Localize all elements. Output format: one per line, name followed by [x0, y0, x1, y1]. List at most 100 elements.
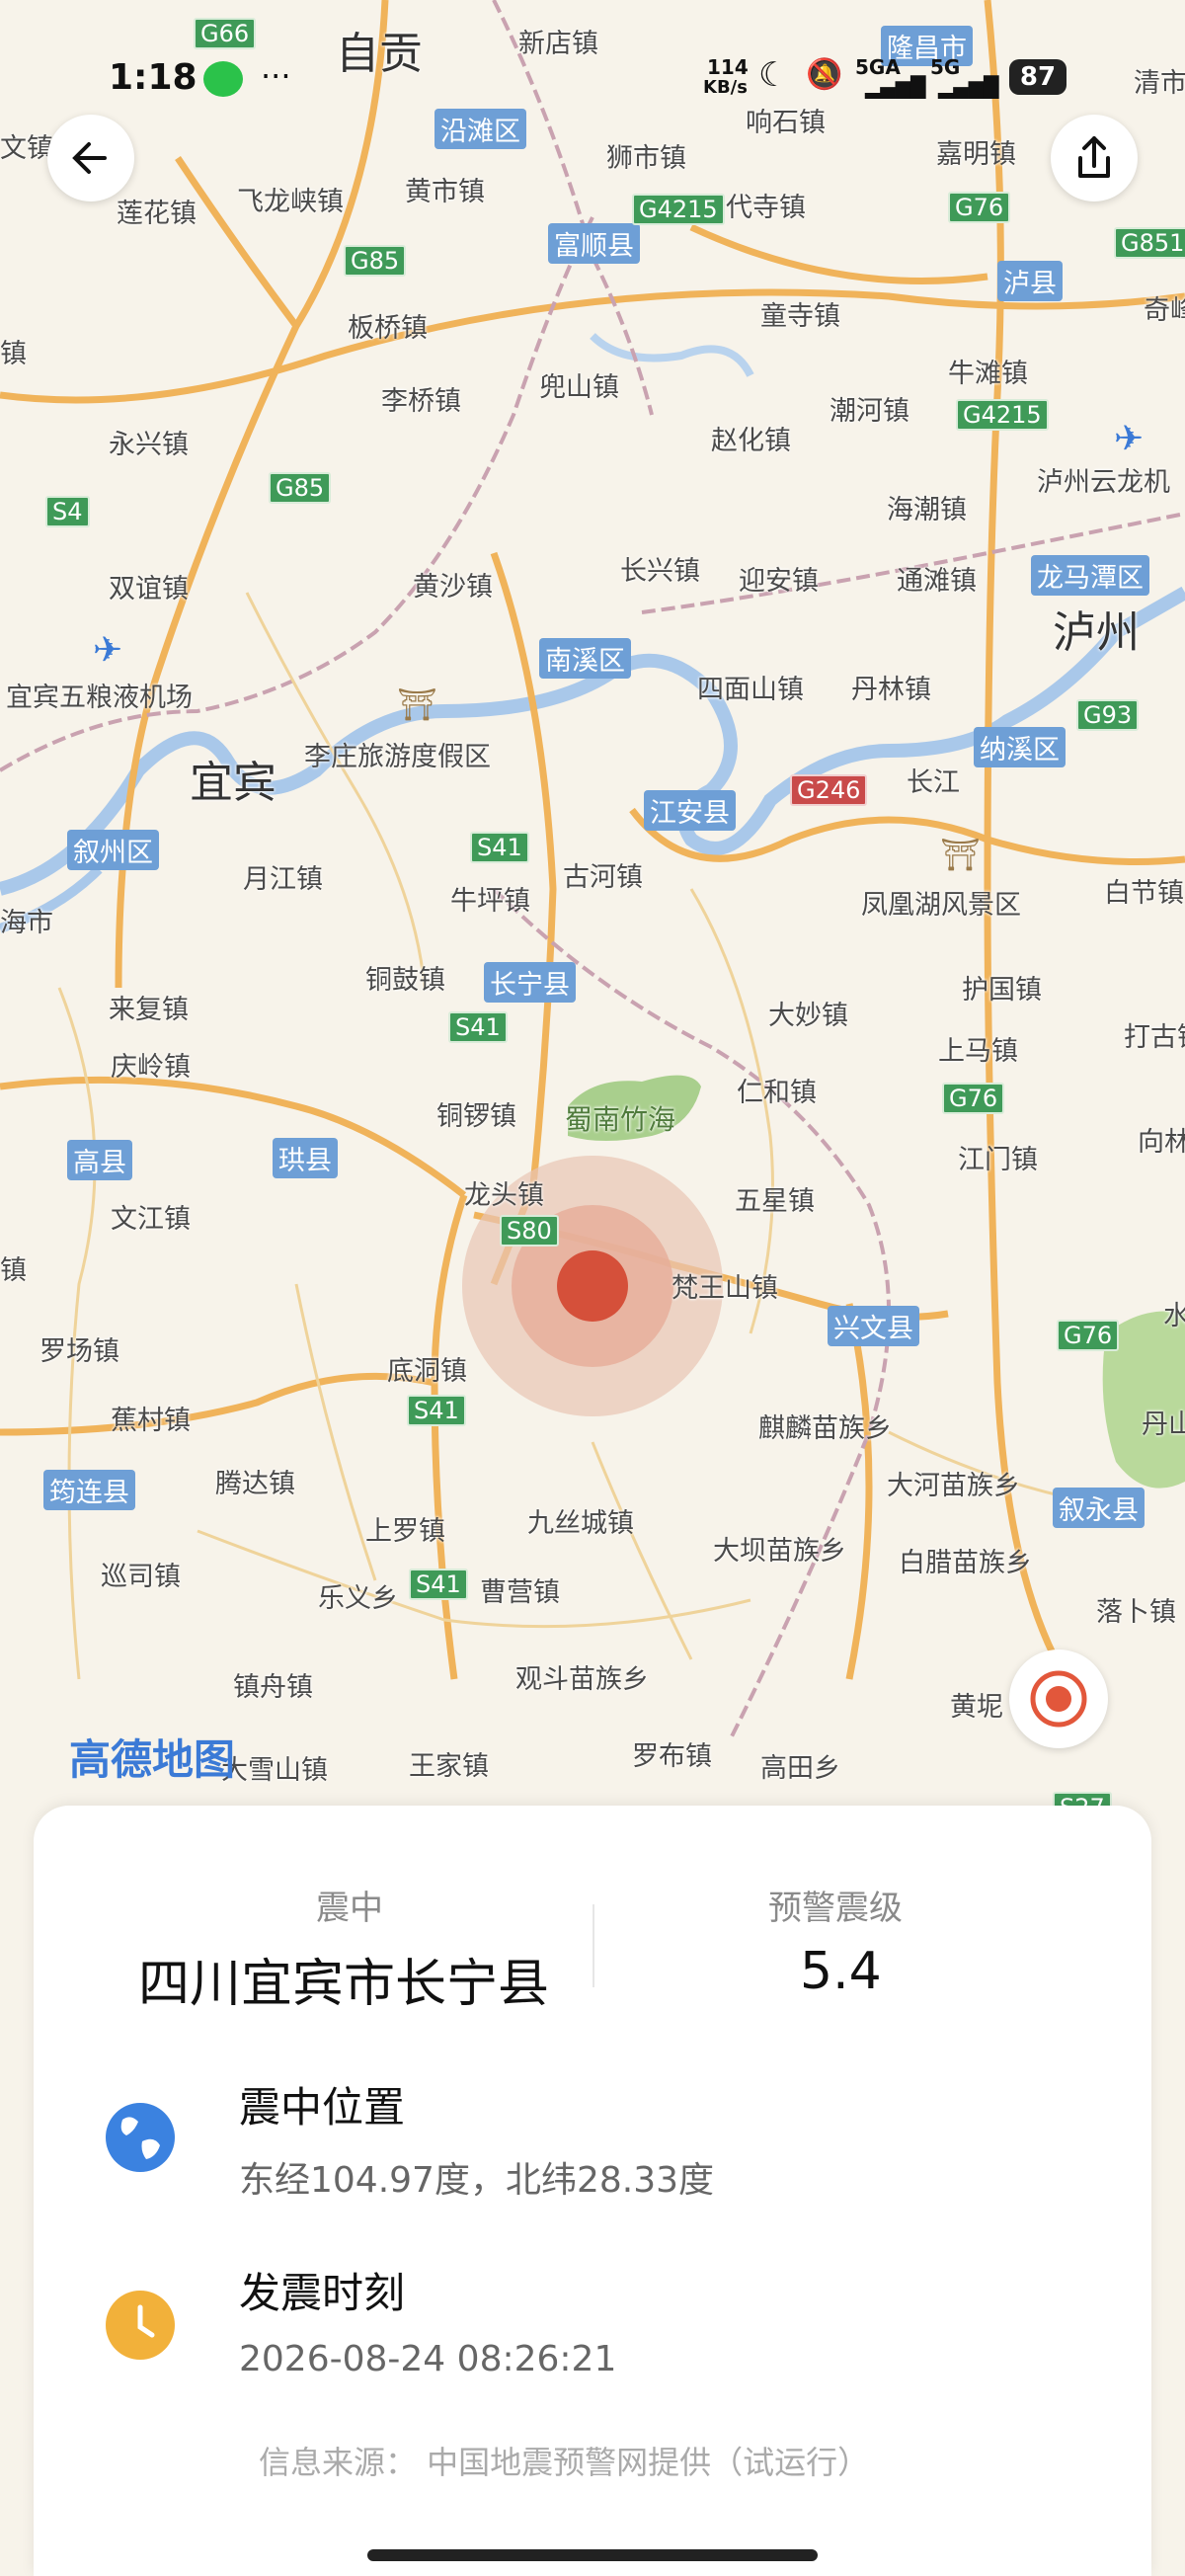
- road-shield: G85: [344, 245, 407, 277]
- map-label-town: 黄市镇: [405, 177, 485, 207]
- map-label-town: 潮河镇: [830, 396, 909, 427]
- map-label-town: 曹营镇: [480, 1577, 560, 1608]
- road-shield: S41: [407, 1395, 466, 1426]
- map-label-town: 永兴镇: [109, 430, 189, 460]
- road-shield: G85: [269, 472, 332, 504]
- map-label-town: 大妙镇: [768, 1001, 848, 1031]
- net-speed: 114: [707, 55, 749, 79]
- road-shield: G76: [1057, 1320, 1120, 1351]
- map-label-town: 上马镇: [938, 1036, 1018, 1067]
- map-label-town: 赵化镇: [711, 426, 791, 456]
- map-label-town: 仁和镇: [737, 1078, 817, 1108]
- map-label-town: 大坝苗族乡: [713, 1536, 846, 1567]
- time-title: 发震时刻: [239, 2269, 406, 2317]
- map-label-river: 长江: [907, 767, 960, 798]
- back-button[interactable]: [47, 115, 134, 201]
- map-label-town: 文江镇: [111, 1204, 191, 1235]
- road-shield: G246: [790, 774, 868, 806]
- home-indicator[interactable]: [367, 2549, 818, 2561]
- airport-icon: ✈: [93, 630, 123, 671]
- map-label-resort: 李庄旅游度假区: [304, 742, 491, 772]
- clock-icon: [106, 2291, 175, 2360]
- more-dots-icon: ···: [261, 57, 291, 95]
- district-badge: 叙州区: [67, 830, 159, 870]
- moon-icon: ☾: [758, 55, 789, 95]
- map-label-district-edge: 海市: [0, 908, 53, 938]
- map-label-city: 宜宾: [190, 758, 276, 808]
- district-badge: 富顺县: [548, 223, 640, 264]
- epicenter-value: 四川宜宾市长宁县: [138, 1955, 550, 2014]
- map-label-town: 打古镇: [1124, 1022, 1185, 1053]
- location-value: 东经104.97度，北纬28.33度: [239, 2160, 715, 2201]
- globe-icon: [106, 2103, 175, 2172]
- map-label-town: 观斗苗族乡: [515, 1664, 649, 1695]
- road-shield: S41: [470, 832, 529, 863]
- map-label-town: 牛坪镇: [450, 886, 530, 917]
- map-label-town: 高田乡: [760, 1753, 840, 1784]
- net-unit: KB/s: [703, 77, 748, 98]
- share-button[interactable]: [1051, 115, 1138, 201]
- map-label-town: 上罗镇: [365, 1516, 445, 1547]
- map-label-town: 海潮镇: [887, 495, 967, 525]
- wechat-icon: [203, 61, 243, 97]
- district-badge: 珙县: [273, 1138, 338, 1178]
- location-title: 震中位置: [239, 2083, 406, 2132]
- map-label-town: 乐义乡: [318, 1583, 398, 1614]
- road-shield: S41: [448, 1011, 508, 1043]
- district-badge: 南溪区: [539, 638, 631, 679]
- map-label-town: 大河苗族乡: [887, 1471, 1020, 1501]
- map-label-town: 奇峰: [1144, 295, 1185, 326]
- map-label-town: 飞龙峡镇: [237, 187, 344, 217]
- map-label-town: 迎安镇: [739, 566, 819, 597]
- locate-button[interactable]: [1009, 1650, 1108, 1748]
- map-label-town: 狮市镇: [606, 143, 686, 174]
- map-label-town: 罗场镇: [40, 1336, 119, 1367]
- map-label-town: 巡司镇: [101, 1562, 181, 1592]
- magnitude-label: 预警震级: [768, 1889, 903, 1928]
- map-label-town: 梵王山镇: [672, 1273, 778, 1304]
- map-provider-logo: 高德地图: [69, 1735, 236, 1784]
- map-label-town: 龙头镇: [464, 1180, 544, 1211]
- road-shield: G851: [1114, 227, 1185, 259]
- scenic-icon: ⛩: [940, 836, 981, 873]
- map-label-town: 护国镇: [962, 975, 1042, 1006]
- road-shield: G66: [194, 18, 257, 49]
- district-badge: 长宁县: [484, 962, 576, 1003]
- map-label-town: 五星镇: [735, 1186, 815, 1217]
- map-label-town: 嘉明镇: [936, 139, 1016, 170]
- map-label-park: 蜀南竹海: [565, 1103, 676, 1136]
- status-bar: 1:18 ··· 114 KB/s ☾ 🔕 5GA ▂▄▆█ 5G ▂▄▆█ 8…: [0, 51, 1185, 111]
- map-label-town: 黄坭: [950, 1692, 1003, 1723]
- district-badge: 兴文县: [828, 1306, 919, 1346]
- map-label-town: 镇: [0, 1255, 27, 1286]
- district-badge: 纳溪区: [974, 727, 1066, 767]
- map-label-town: 双谊镇: [109, 574, 189, 604]
- map-label-town: 蕉村镇: [111, 1406, 191, 1436]
- map-label-town: 四面山镇: [697, 675, 804, 705]
- district-badge: 高县: [67, 1140, 132, 1180]
- signal-bars-icon: ▂▄▆█: [938, 75, 999, 99]
- map-label-scenic: 凤凰湖风景区: [861, 890, 1021, 921]
- road-shield: S80: [500, 1215, 559, 1247]
- district-badge: 泸县: [997, 261, 1063, 301]
- district-badge: 沿滩区: [434, 109, 526, 149]
- map-label-town: 牛滩镇: [948, 359, 1028, 389]
- map-label-town: 文镇: [0, 133, 53, 164]
- battery-indicator: 87: [1009, 59, 1066, 95]
- time-value: 2026-08-24 08:26:21: [239, 2339, 617, 2379]
- map-label-town: 镇: [0, 339, 27, 369]
- map-label-town: 白节镇: [1104, 878, 1184, 909]
- map-label-town: 镇舟镇: [233, 1672, 313, 1703]
- back-arrow-icon: [72, 142, 107, 174]
- map-label-town: 板桥镇: [348, 313, 428, 344]
- road-shield: G4215: [956, 399, 1049, 431]
- road-shield: G76: [948, 192, 1011, 223]
- map-label-town: 罗布镇: [632, 1741, 712, 1772]
- map-label-town: 长兴镇: [620, 556, 700, 587]
- map-label-town: 江门镇: [958, 1145, 1038, 1175]
- epicenter-label: 震中: [316, 1889, 383, 1928]
- map-label-town: 庆岭镇: [111, 1052, 191, 1083]
- map-label-town: 底洞镇: [387, 1356, 467, 1387]
- map-label-town: 铜鼓镇: [365, 965, 445, 996]
- divider: [592, 1904, 594, 1987]
